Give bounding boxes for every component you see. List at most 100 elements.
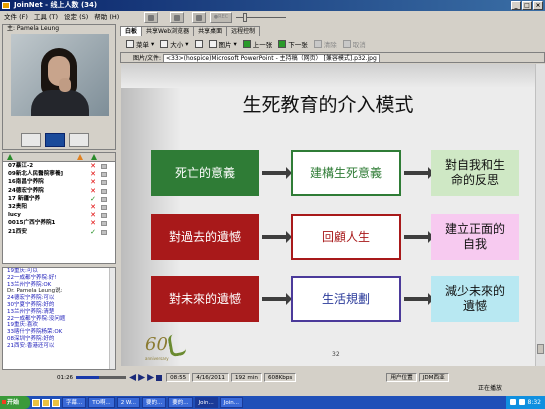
intervention-box: 回顧人生 xyxy=(291,214,401,260)
tray-clock: 8:32 xyxy=(527,399,541,406)
menu-tools[interactable]: 工具 (T) xyxy=(34,11,58,23)
taskbar-item[interactable]: TO啊... xyxy=(88,397,115,408)
mic-button[interactable] xyxy=(192,12,206,23)
file-path-field[interactable]: <33>(hospice)Microsoft PowerPoint - 主持稿（… xyxy=(162,54,380,62)
eraser-icon xyxy=(313,40,322,48)
slide-scrollbar[interactable] xyxy=(535,64,545,366)
camera-on-button[interactable] xyxy=(45,133,65,147)
clear-button[interactable]: 清除 xyxy=(313,39,337,49)
network-icon[interactable] xyxy=(509,399,516,405)
stop-button[interactable] xyxy=(156,374,163,381)
mic-icon[interactable] xyxy=(101,204,107,210)
outcome-box: 建立正面的自我 xyxy=(431,214,519,260)
user-name: 32贵阳 xyxy=(8,203,27,210)
user-row[interactable]: 32贵阳 ✕ xyxy=(3,203,115,211)
folder-icon[interactable] xyxy=(52,398,60,407)
maximize-button[interactable]: □ xyxy=(522,1,532,10)
camera-button[interactable] xyxy=(170,12,184,23)
chat-scrollbar[interactable] xyxy=(109,268,115,369)
rec-button[interactable]: ●REC xyxy=(210,12,232,23)
cross-icon: ✕ xyxy=(90,162,96,170)
ie-icon[interactable] xyxy=(32,398,40,407)
chat-message: 13兰州宁养院:清楚 xyxy=(7,308,55,315)
taskbar-item[interactable]: 字幕... xyxy=(62,397,87,408)
mic-icon[interactable] xyxy=(101,188,107,194)
menu-settings[interactable]: 设定 (S) xyxy=(64,11,88,23)
taskbar-item[interactable]: Join... xyxy=(194,397,218,408)
cross-icon: ✕ xyxy=(90,178,96,187)
whiteboard-slide[interactable]: 生死教育的介入模式 死亡的意義 建構生死意義 對自我和生命的反思 對過去的遺憾 回顧人生… xyxy=(121,64,535,366)
speaker-video xyxy=(11,34,109,116)
cancel-button[interactable]: 取消 xyxy=(342,39,366,49)
playback-progress[interactable] xyxy=(76,376,127,379)
chat-log[interactable]: 19重庆:可以 22一成都宁养院:好! 13兰州宁养院:OK Dr. Pamela L… xyxy=(2,267,116,370)
arrow-icon xyxy=(262,167,292,179)
video-panel: 主: Pamela Leung xyxy=(2,24,116,150)
volume-slider[interactable] xyxy=(236,13,286,22)
mic-icon[interactable] xyxy=(101,213,107,219)
taskbar-item[interactable]: Join... xyxy=(219,397,243,408)
menu-button[interactable]: 菜单 ▾ xyxy=(126,39,154,49)
chat-message: 21西安:香港还可以 xyxy=(7,342,55,349)
user-name: 21西安 xyxy=(8,228,27,235)
taskbar-item[interactable]: 2 W... xyxy=(116,397,140,408)
play-button[interactable] xyxy=(147,374,155,381)
volume-icon[interactable] xyxy=(518,399,525,405)
user-row[interactable]: lucy ✕ xyxy=(3,211,115,219)
pointer-button[interactable] xyxy=(194,40,203,48)
path-label: 图片/文件: xyxy=(133,55,162,62)
mic-icon[interactable] xyxy=(101,164,107,169)
app-icon xyxy=(2,2,10,9)
user-name: 17 新疆宁养 xyxy=(8,195,41,202)
close-button[interactable]: × xyxy=(533,1,543,10)
tab-desktop[interactable]: 共享桌面 xyxy=(193,26,228,36)
volume-thumb[interactable] xyxy=(242,13,247,22)
user-name: 16南昌宁养院 xyxy=(8,179,44,186)
mic-icon[interactable] xyxy=(101,172,107,178)
title-bar: JoinNet - 线上人数 (34) _ □ × xyxy=(0,0,545,11)
minimize-button[interactable]: _ xyxy=(511,1,521,10)
user-row[interactable]: 09新北人民醫院寧養] ✕ xyxy=(3,170,115,178)
user-row[interactable]: 16南昌宁养院 ✕ xyxy=(3,178,115,186)
user-row[interactable]: 21西安 ✓ xyxy=(3,228,115,236)
menu-help[interactable]: 帮助 (H) xyxy=(94,11,119,23)
arrow-icon xyxy=(262,231,292,243)
user-row[interactable]: 07暴江-2 ✕ xyxy=(3,162,115,170)
taskbar-item[interactable]: 要的... xyxy=(142,397,167,408)
user-row[interactable]: 17 新疆宁养 ✓ xyxy=(3,195,115,203)
size-button[interactable]: 大小 ▾ xyxy=(160,39,189,49)
image-button[interactable]: 图片 ▾ xyxy=(208,39,237,49)
taskbar-item[interactable]: 要的... xyxy=(168,397,193,408)
menu-file[interactable]: 文件 (F) xyxy=(4,11,28,23)
mic-icon[interactable] xyxy=(101,221,107,227)
user-row[interactable]: 24德宏宁养院 ✕ xyxy=(3,187,115,195)
rewind-button[interactable] xyxy=(129,374,137,381)
camera-off-button[interactable] xyxy=(21,133,41,147)
media-toolbar: ●REC xyxy=(140,11,545,24)
arrow-icon xyxy=(404,231,434,243)
speaker-button[interactable] xyxy=(144,12,158,23)
intervention-box: 生活規劃 xyxy=(291,276,401,322)
tab-web-browser[interactable]: 共享Web浏览器 xyxy=(141,26,195,36)
desktop-icon[interactable] xyxy=(42,398,50,407)
mic-icon[interactable] xyxy=(101,180,107,186)
prev-button[interactable]: 上一张 xyxy=(242,39,272,49)
tab-whiteboard[interactable]: 白板 xyxy=(120,26,143,36)
start-button[interactable]: 开始 xyxy=(0,396,30,409)
mic-icon[interactable] xyxy=(101,196,107,202)
camera-settings-button[interactable] xyxy=(69,133,89,147)
whiteboard-toolbar: 菜单 ▾ 大小 ▾ 图片 ▾ 上一张 下一张 清除 取消 xyxy=(120,37,545,51)
playback-time: 01:26 xyxy=(57,374,74,381)
menu-icon xyxy=(126,40,134,48)
fast-forward-button[interactable] xyxy=(138,374,146,381)
user-name: 0015广西宁养院1 xyxy=(8,220,56,227)
slide-page-number: 32 xyxy=(332,351,340,358)
undo-icon xyxy=(342,40,351,48)
tab-remote[interactable]: 远程控制 xyxy=(226,26,261,36)
cross-icon: ✕ xyxy=(90,202,96,211)
next-button[interactable]: 下一张 xyxy=(278,39,308,49)
mic-icon[interactable] xyxy=(101,229,107,235)
bitrate: 608Kbps xyxy=(263,373,297,382)
user-row[interactable]: 0015广西宁养院1 ✕ xyxy=(3,219,115,227)
anniversary-logo: 60 anniversary xyxy=(145,332,187,362)
